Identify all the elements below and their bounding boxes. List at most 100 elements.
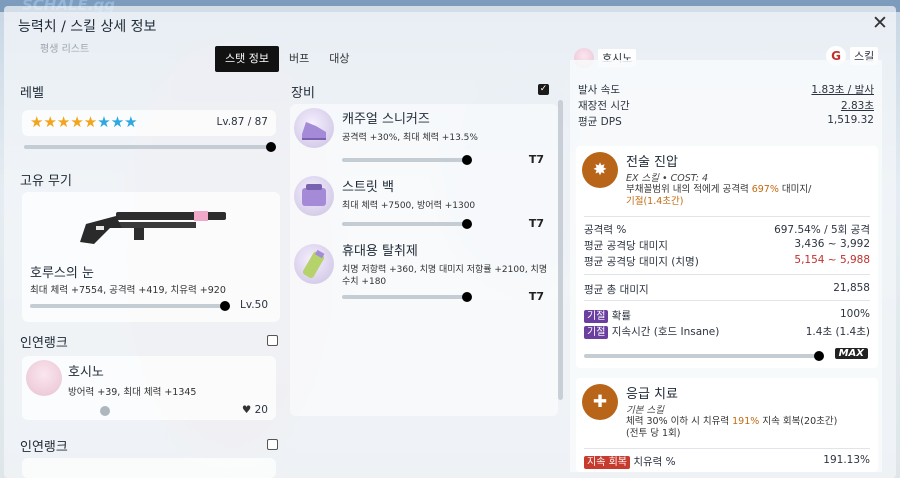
equipment-tier-slider[interactable] xyxy=(342,219,472,229)
basic-desc-line2: (전투 당 1회) xyxy=(626,428,681,439)
ex-desc-highlight: 697% xyxy=(751,184,779,195)
tab-stat-info[interactable]: 스탯 정보 xyxy=(215,46,279,72)
equipment-tier: T7 xyxy=(528,153,544,166)
divider xyxy=(584,216,870,217)
row-value: 5,154 ~ 5,988 xyxy=(794,254,870,266)
ex-row-stun-chance: 기절 확률 100% xyxy=(584,308,870,323)
ex-skill-subtitle: EX 스킬 • COST: 4 xyxy=(626,173,708,184)
equipment-tier: T7 xyxy=(528,217,544,230)
stat-value: 2.83초 xyxy=(840,100,874,112)
level-label: 레벨 xyxy=(20,86,44,101)
equipment-name: 스트릿 백 xyxy=(342,180,394,195)
row-value: 21,858 xyxy=(833,282,870,294)
ex-skill-level-slider[interactable] xyxy=(584,351,824,361)
bond-rank-2-checkbox[interactable] xyxy=(267,439,278,450)
stat-label: 발사 속도 xyxy=(578,84,620,96)
ex-skill-card: ✸ 전술 진압 EX 스킬 • COST: 4 부채꼴범위 내의 적에게 공격력… xyxy=(576,146,878,368)
bond-count: ♥ 20 xyxy=(242,404,268,416)
tab-buff[interactable]: 버프 xyxy=(279,46,319,72)
close-button[interactable]: ✕ xyxy=(870,14,890,34)
row-value: 1.4초 (1.4초) xyxy=(805,326,870,338)
weapon-level-value: Lv.50 xyxy=(240,299,268,311)
ex-desc-suffix: 대미지/ xyxy=(778,184,812,195)
row-label-group: 기절 지속시간 (호드 Insane) xyxy=(584,324,719,339)
row-label: 평균 공격당 대미지 xyxy=(584,240,668,252)
equipment-stats: 최대 체력 +7500, 방어력 +1300 xyxy=(342,201,476,211)
stat-label: 평균 DPS xyxy=(578,116,622,128)
basic-skill-subtitle: 기본 스킬 xyxy=(626,405,664,416)
background-list-label: 평생 리스트 xyxy=(40,44,90,55)
equipment-tier-knob[interactable] xyxy=(462,219,472,229)
level-slider[interactable] xyxy=(24,142,276,152)
stat-value: 1,519.32 xyxy=(827,114,874,126)
regen-tag: 지속 회복 xyxy=(584,456,630,469)
row-value: 100% xyxy=(839,308,870,320)
equipment-item-deodorant[interactable]: 휴대용 탈취제 치명 저항력 +360, 치명 대미지 저항률 +2100, 치… xyxy=(290,236,558,310)
row-label: 치유력 % xyxy=(633,456,676,468)
modal-title: 능력치 / 스킬 상세 정보 xyxy=(18,19,157,35)
stat-row-reload: 재장전 시간 2.83초 xyxy=(578,98,874,113)
bond-rank-2-card xyxy=(22,458,276,478)
stun-tag: 기절 xyxy=(584,310,609,323)
equipment-tier-slider[interactable] xyxy=(342,292,472,302)
bond-rank-label: 인연랭크 xyxy=(20,336,68,351)
basic-skill-card: ✚ 응급 치료 기본 스킬 체력 30% 이하 시 치유력 191% 지속 회복… xyxy=(576,378,878,472)
equipment-tier-knob[interactable] xyxy=(462,155,472,165)
basic-desc-prefix: 체력 30% 이하 시 치유력 xyxy=(626,416,733,427)
ex-skill-max-badge: MAX xyxy=(834,348,868,359)
row-label-group: 기절 확률 xyxy=(584,308,631,323)
level-value: Lv.87 / 87 xyxy=(216,116,268,128)
bond-rank-2-label: 인연랭크 xyxy=(20,440,68,455)
equipment-tier: T7 xyxy=(528,290,544,303)
equipment-stats: 치명 저항력 +360, 치명 대미지 저항률 +2100, 치명 수치 +18… xyxy=(342,265,548,287)
ex-desc-prefix: 부채꼴범위 내의 적에게 공격력 xyxy=(626,184,752,195)
bond-count-value: 20 xyxy=(254,404,268,416)
equipment-stats: 공격력 +30%, 최대 체력 +13.5% xyxy=(342,133,478,143)
tab-bar: 스탯 정보 버프 대상 xyxy=(215,46,359,72)
row-label: 평균 공격당 대미지 (치명) xyxy=(584,256,699,268)
equipment-tier-slider[interactable] xyxy=(342,155,472,165)
tab-target[interactable]: 대상 xyxy=(319,46,359,72)
bond-rank-stats: 방어력 +39, 최대 체력 +1345 xyxy=(68,387,197,398)
basic-desc-highlight: 191% xyxy=(732,416,760,427)
divider xyxy=(584,448,870,449)
ex-desc-line2: 기절(1.4초간) xyxy=(626,196,684,207)
unique-weapon-name: 호루스의 눈 xyxy=(30,266,94,281)
row-value: 697.54% / 5회 공격 xyxy=(774,224,870,236)
blue-stars: ★★★ xyxy=(97,113,138,131)
equipment-checkbox[interactable]: ✓ xyxy=(538,84,549,95)
row-label: 공격력 % xyxy=(584,224,627,236)
stun-tag: 기절 xyxy=(584,326,609,339)
equipment-item-bag[interactable]: 스트릿 백 최대 체력 +7500, 방어력 +1300 T7 xyxy=(290,172,558,242)
heart-icon: ♥ xyxy=(241,404,252,416)
equipment-item-sneakers[interactable]: 캐주얼 스니커즈 공격력 +30%, 최대 체력 +13.5% T7 xyxy=(290,104,558,174)
level-slider-knob[interactable] xyxy=(266,142,276,152)
row-label: 지속시간 (호드 Insane) xyxy=(611,326,720,338)
deodorant-spray-icon xyxy=(294,244,334,284)
bond-student-name: 호시노 xyxy=(68,365,104,380)
unique-weapon-stats: 최대 체력 +7554, 공격력 +419, 치유력 +920 xyxy=(30,285,226,296)
unique-weapon-label: 고유 무기 xyxy=(20,174,72,189)
divider xyxy=(584,300,870,301)
equipment-tier-knob[interactable] xyxy=(462,292,472,302)
content-scrollbar[interactable] xyxy=(558,100,563,400)
equipment-name: 캐주얼 스니커즈 xyxy=(342,112,430,127)
ex-row-attack: 공격력 % 697.54% / 5회 공격 xyxy=(584,222,870,237)
ex-skill-description: 부채꼴범위 내의 적에게 공격력 697% 대미지/ 기절(1.4초간) xyxy=(626,184,872,208)
row-label: 평균 총 대미지 xyxy=(584,284,649,296)
basic-skill-name: 응급 치료 xyxy=(626,387,678,402)
ex-skill-level-knob[interactable] xyxy=(814,351,824,361)
hoshino-avatar xyxy=(26,360,62,396)
bond-slider-knob[interactable] xyxy=(100,406,110,416)
ex-row-total-damage: 평균 총 대미지 21,858 xyxy=(584,282,870,297)
row-label: 확률 xyxy=(611,310,632,322)
ex-row-crit-damage: 평균 공격당 대미지 (치명) 5,154 ~ 5,988 xyxy=(584,254,870,269)
bag-icon xyxy=(294,176,334,216)
weapon-level-slider[interactable] xyxy=(30,301,230,311)
stat-label: 재장전 시간 xyxy=(578,100,630,112)
weapon-level-slider-knob[interactable] xyxy=(220,301,230,311)
basic-skill-description: 체력 30% 이하 시 치유력 191% 지속 회복(20초간) (전투 당 1… xyxy=(626,416,872,440)
equipment-name: 휴대용 탈취제 xyxy=(342,244,418,259)
level-stars[interactable]: ★★★★★★★★ xyxy=(30,113,138,131)
bond-rank-checkbox[interactable] xyxy=(267,335,278,346)
